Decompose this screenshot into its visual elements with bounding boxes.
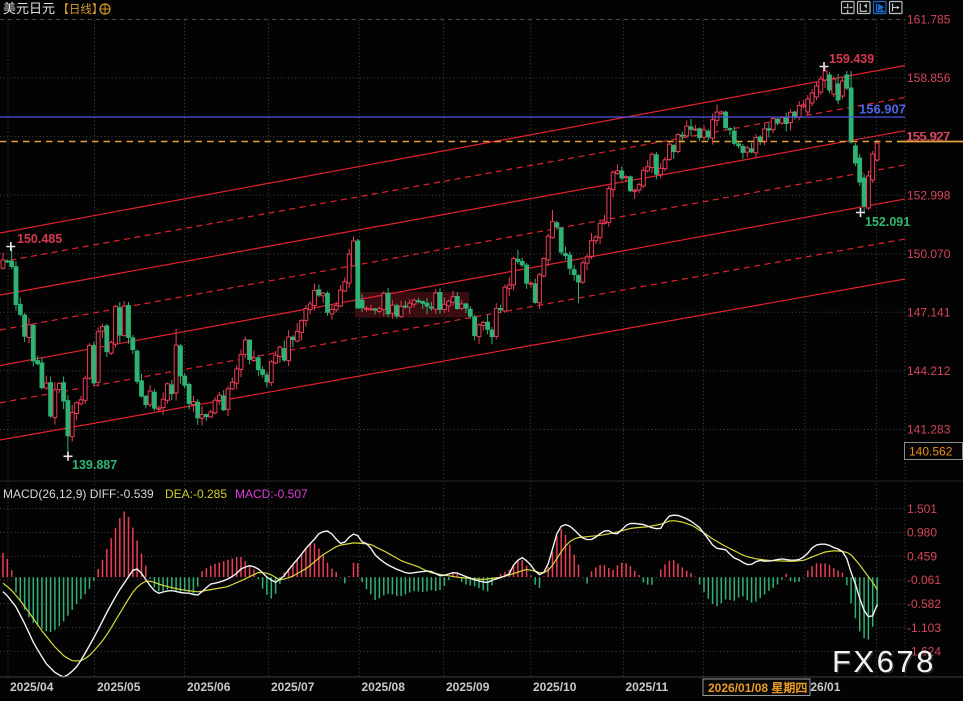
svg-text:2025/07: 2025/07 — [271, 680, 315, 694]
svg-text:161.785: 161.785 — [907, 13, 951, 27]
svg-text:2025/09: 2025/09 — [446, 680, 490, 694]
svg-text:MACD:-0.507: MACD:-0.507 — [235, 487, 308, 501]
svg-text:158.856: 158.856 — [907, 71, 951, 85]
svg-text:MACD(26,12,9) DIFF:-0.539: MACD(26,12,9) DIFF:-0.539 — [3, 487, 154, 501]
svg-text:2025/10: 2025/10 — [533, 680, 577, 694]
svg-text:-0.582: -0.582 — [907, 597, 941, 611]
svg-text:156.907: 156.907 — [859, 102, 906, 117]
svg-text:2025/05: 2025/05 — [97, 680, 141, 694]
svg-text:2025/08: 2025/08 — [362, 680, 406, 694]
svg-text:DEA:-0.285: DEA:-0.285 — [165, 487, 227, 501]
svg-text:0.459: 0.459 — [907, 549, 937, 563]
svg-text:140.562: 140.562 — [909, 445, 953, 459]
svg-text:152.091: 152.091 — [865, 215, 910, 229]
svg-text:141.283: 141.283 — [907, 423, 951, 437]
svg-text:147.141: 147.141 — [907, 306, 951, 320]
svg-text:2025/04: 2025/04 — [10, 680, 54, 694]
svg-text:-1.103: -1.103 — [907, 621, 941, 635]
svg-text:155.927: 155.927 — [906, 130, 950, 144]
svg-text:2026/01/08 星期四: 2026/01/08 星期四 — [708, 680, 807, 695]
svg-text:2025/11: 2025/11 — [626, 680, 669, 694]
svg-text:2025/06: 2025/06 — [187, 680, 231, 694]
svg-text:150.070: 150.070 — [907, 247, 951, 261]
svg-text:159.439: 159.439 — [829, 52, 874, 66]
svg-text:FX678: FX678 — [832, 644, 936, 679]
svg-text:150.485: 150.485 — [17, 232, 62, 246]
svg-text:美元日元 【日线】: 美元日元 【日线】 — [3, 1, 103, 16]
svg-text:139.887: 139.887 — [72, 458, 117, 472]
svg-text:1.501: 1.501 — [907, 502, 937, 516]
svg-text:0.980: 0.980 — [907, 526, 937, 540]
svg-text:-0.061: -0.061 — [907, 573, 941, 587]
svg-text:144.212: 144.212 — [907, 364, 951, 378]
svg-text:152.998: 152.998 — [907, 188, 951, 202]
